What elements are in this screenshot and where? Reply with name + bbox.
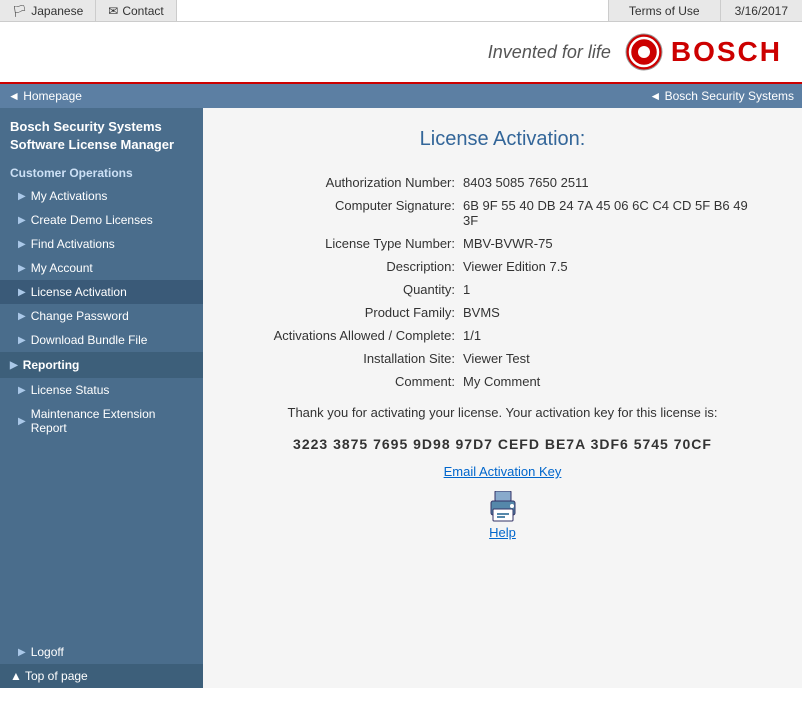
auth-number-label: Authorization Number:: [243, 175, 463, 190]
breadcrumb-bar: ◄ Homepage ◄ Bosch Security Systems: [0, 84, 802, 108]
table-row: Computer Signature: 6B 9F 55 40 DB 24 7A…: [243, 198, 762, 228]
bosch-security-breadcrumb[interactable]: ◄ Bosch Security Systems: [649, 89, 794, 103]
japanese-label: Japanese: [31, 4, 83, 18]
license-type-value: MBV-BVWR-75: [463, 236, 762, 251]
activation-key: 3223 3875 7695 9D98 97D7 CEFD BE7A 3DF6 …: [243, 436, 762, 452]
arrow-icon: ▶: [18, 239, 26, 250]
reporting-section-header[interactable]: ▶ Reporting: [0, 352, 203, 378]
license-info-table: Authorization Number: 8403 5085 7650 251…: [243, 175, 762, 389]
sidebar-item-maintenance-extension[interactable]: ▶ Maintenance Extension Report: [0, 402, 203, 440]
contact-icon: ✉: [108, 4, 118, 18]
license-type-label: License Type Number:: [243, 236, 463, 251]
quantity-label: Quantity:: [243, 282, 463, 297]
arrow-icon: ▶: [10, 360, 18, 371]
arrow-icon: ▶: [18, 215, 26, 226]
top-bar: 🏳 Japanese ✉ Contact Terms of Use 3/16/2…: [0, 0, 802, 22]
terms-button[interactable]: Terms of Use: [608, 0, 720, 21]
arrow-icon: ▶: [18, 647, 26, 658]
printer-icon: [485, 491, 521, 523]
sidebar-item-change-password[interactable]: ▶ Change Password: [0, 304, 203, 328]
arrow-icon: ▶: [18, 311, 26, 322]
computer-sig-label: Computer Signature:: [243, 198, 463, 213]
computer-sig-value: 6B 9F 55 40 DB 24 7A 45 06 6C C4 CD 5F B…: [463, 198, 762, 228]
arrow-icon: ▶: [18, 263, 26, 274]
top-of-page-button[interactable]: ▲ Top of page: [0, 664, 203, 688]
print-button[interactable]: Help: [485, 491, 521, 540]
arrow-icon: ▶: [18, 416, 26, 427]
japanese-flag-icon: 🏳: [12, 4, 27, 18]
customer-ops-label: Customer Operations: [0, 158, 203, 184]
description-label: Description:: [243, 259, 463, 274]
bosch-logo-text: BOSCH: [671, 36, 782, 68]
sidebar-item-license-activation[interactable]: ▶ License Activation: [0, 280, 203, 304]
page-title: License Activation:: [243, 128, 762, 151]
sidebar-item-license-status[interactable]: ▶ License Status: [0, 378, 203, 402]
sidebar-item-my-account[interactable]: ▶ My Account: [0, 256, 203, 280]
quantity-value: 1: [463, 282, 762, 297]
auth-number-value: 8403 5085 7650 2511: [463, 175, 762, 190]
tagline: Invented for life: [488, 42, 611, 63]
date-display: 3/16/2017: [720, 0, 802, 21]
activation-message: Thank you for activating your license. Y…: [273, 405, 733, 420]
sidebar-item-download-bundle-file[interactable]: ▶ Download Bundle File: [0, 328, 203, 352]
terms-label: Terms of Use: [629, 4, 700, 18]
contact-button[interactable]: ✉ Contact: [96, 0, 176, 21]
sidebar-item-create-demo-licenses[interactable]: ▶ Create Demo Licenses: [0, 208, 203, 232]
product-family-value: BVMS: [463, 305, 762, 320]
activations-label: Activations Allowed / Complete:: [243, 328, 463, 343]
help-label[interactable]: Help: [489, 525, 516, 540]
table-row: Product Family: BVMS: [243, 305, 762, 320]
homepage-breadcrumb[interactable]: ◄ Homepage: [8, 89, 82, 103]
table-row: Authorization Number: 8403 5085 7650 251…: [243, 175, 762, 190]
main-layout: Bosch Security Systems Software License …: [0, 108, 802, 688]
table-row: Description: Viewer Edition 7.5: [243, 259, 762, 274]
installation-site-label: Installation Site:: [243, 351, 463, 366]
content-area: License Activation: Authorization Number…: [203, 108, 802, 688]
header: Invented for life BOSCH: [0, 22, 802, 84]
bosch-shield-icon: [625, 33, 663, 71]
table-row: Comment: My Comment: [243, 374, 762, 389]
table-row: Installation Site: Viewer Test: [243, 351, 762, 366]
sidebar-title: Bosch Security Systems Software License …: [0, 108, 203, 158]
japanese-button[interactable]: 🏳 Japanese: [0, 0, 96, 21]
arrow-icon: ▶: [18, 287, 26, 298]
comment-value: My Comment: [463, 374, 762, 389]
sidebar-item-my-activations[interactable]: ▶ My Activations: [0, 184, 203, 208]
table-row: Quantity: 1: [243, 282, 762, 297]
sidebar: Bosch Security Systems Software License …: [0, 108, 203, 688]
installation-site-value: Viewer Test: [463, 351, 762, 366]
arrow-icon: ▶: [18, 385, 26, 396]
table-row: Activations Allowed / Complete: 1/1: [243, 328, 762, 343]
activations-value: 1/1: [463, 328, 762, 343]
logo-area: BOSCH: [625, 33, 782, 71]
product-family-label: Product Family:: [243, 305, 463, 320]
description-value: Viewer Edition 7.5: [463, 259, 762, 274]
comment-label: Comment:: [243, 374, 463, 389]
sidebar-item-find-activations[interactable]: ▶ Find Activations: [0, 232, 203, 256]
sidebar-item-logoff[interactable]: ▶ Logoff: [0, 640, 203, 664]
table-row: License Type Number: MBV-BVWR-75: [243, 236, 762, 251]
email-activation-key-link[interactable]: Email Activation Key: [243, 464, 762, 479]
print-area: Help: [243, 491, 762, 540]
contact-label: Contact: [122, 4, 163, 18]
arrow-icon: ▶: [18, 335, 26, 346]
arrow-icon: ▶: [18, 191, 26, 202]
